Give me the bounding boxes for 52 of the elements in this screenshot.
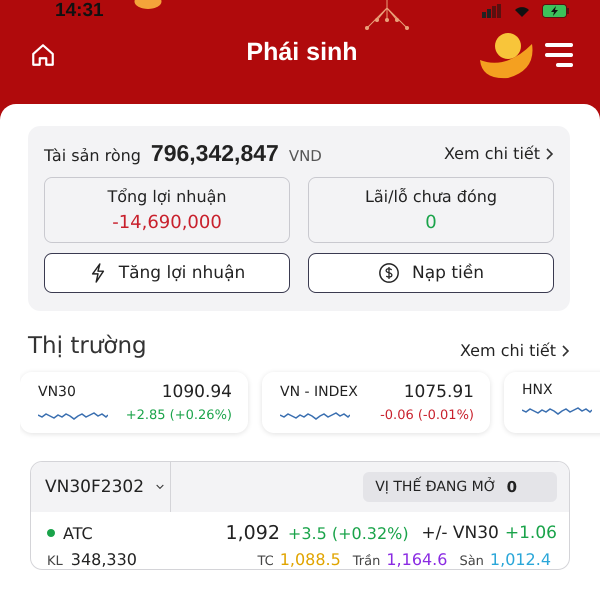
open-positions-count: 0 xyxy=(506,478,517,496)
index-card[interactable]: VN30 1090.94 +2.85 (+0.26%) xyxy=(20,372,248,433)
volume-value: 348,330 xyxy=(70,550,137,569)
net-assets-value: 796,342,847 xyxy=(150,140,279,167)
firework-drawing xyxy=(365,0,409,30)
volume-label: KL xyxy=(47,554,63,569)
index-change: -0.06 (-0.01%) xyxy=(380,408,474,423)
session-label: ATC xyxy=(63,524,93,542)
action-button[interactable]: Tăng lợi nhuận xyxy=(44,253,290,293)
view-details-link[interactable]: Xem chi tiết xyxy=(444,144,554,163)
index-card[interactable]: VN - INDEX 1075.91 -0.06 (-0.01%) xyxy=(262,372,490,433)
contract-dropdown[interactable]: VN30F2302 xyxy=(31,462,171,512)
menu-button[interactable] xyxy=(544,42,574,68)
basis-label: +/- VN30 xyxy=(421,523,499,543)
level-value: 1,088.5 xyxy=(280,550,341,569)
view-details-link[interactable]: Xem chi tiết xyxy=(460,341,570,360)
level-label: Sàn xyxy=(459,554,484,569)
chevron-right-icon xyxy=(562,344,570,356)
index-name: HNX xyxy=(522,382,553,398)
level-value: 1,164.6 xyxy=(386,550,448,569)
page-title: Phái sinh xyxy=(246,38,358,66)
index-value: 1075.91 xyxy=(404,382,474,402)
stat-value: -14,690,000 xyxy=(112,212,222,233)
ingot-icon xyxy=(478,30,534,80)
stat-label: Tổng lợi nhuận xyxy=(107,187,227,206)
chevron-down-icon xyxy=(156,483,164,491)
open-positions-label: VỊ THẾ ĐANG MỞ xyxy=(375,479,497,495)
home-button[interactable] xyxy=(30,42,56,68)
stat-value: 0 xyxy=(425,212,437,233)
index-change: +2.85 (+0.26%) xyxy=(126,408,232,423)
level-value: 1,012.4 xyxy=(490,550,551,569)
currency-label: VND xyxy=(288,147,322,165)
action-button[interactable]: Nạp tiền xyxy=(308,253,554,293)
contract-price: 1,092 xyxy=(226,522,280,544)
net-assets-label: Tài sản ròng xyxy=(44,146,141,165)
signal-icon xyxy=(482,4,502,18)
status-time: 14:31 xyxy=(55,0,104,22)
index-name: VN30 xyxy=(38,384,76,400)
basis-value: +1.06 xyxy=(504,523,557,543)
level-label: Trần xyxy=(352,554,380,569)
level-label: TC xyxy=(257,554,274,569)
status-dot-icon xyxy=(47,529,55,537)
sparkline-drawing xyxy=(522,404,592,418)
price-change: +3.5 (+0.32%) xyxy=(288,524,409,543)
index-card[interactable]: HNX xyxy=(504,372,600,433)
section-title: Thị trường xyxy=(28,332,147,358)
stat-label: Lãi/lỗ chưa đóng xyxy=(364,187,498,206)
index-value: 1090.94 xyxy=(162,382,232,402)
battery-icon xyxy=(542,4,570,18)
chevron-right-icon xyxy=(546,148,554,160)
dollar-coin-icon xyxy=(378,262,400,284)
index-name: VN - INDEX xyxy=(280,384,358,400)
